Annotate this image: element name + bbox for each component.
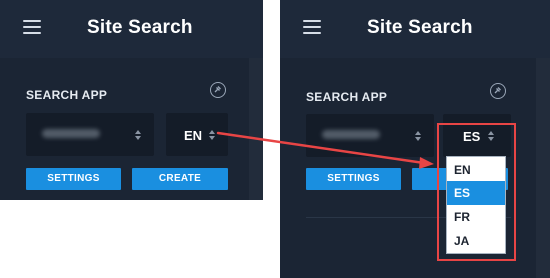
callout-arrow: [216, 131, 434, 169]
